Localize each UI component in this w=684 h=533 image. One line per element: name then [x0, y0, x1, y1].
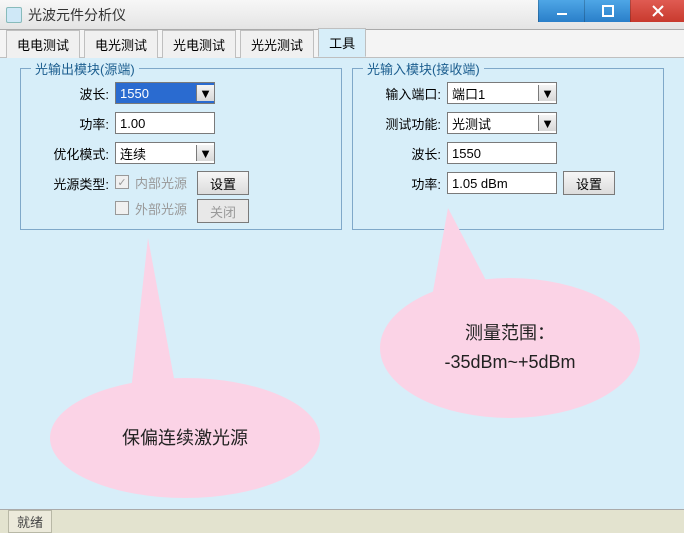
checkbox-icon — [115, 201, 129, 215]
tab-oe[interactable]: 光电测试 — [162, 30, 236, 58]
group-output-module: 光输出模块(源端) 波长: 1550 ▼ 功率: 优化模式: 连续 ▼ — [20, 68, 342, 230]
chevron-down-icon: ▼ — [538, 115, 556, 131]
callout-laser-text: 保偏连续激光源 — [122, 424, 248, 453]
rx-power-label: 功率: — [363, 174, 441, 193]
func-label: 测试功能: — [363, 114, 441, 133]
callout-range: 测量范围： -35dBm~+5dBm — [360, 208, 680, 458]
tab-bar: 电电测试 电光测试 光电测试 光光测试 工具 — [0, 30, 684, 58]
func-value: 光测试 — [452, 114, 491, 133]
window-buttons — [538, 0, 684, 22]
close-button[interactable] — [630, 0, 684, 22]
callout-tail — [128, 238, 178, 418]
callout-range-line1: 测量范围： — [465, 319, 555, 348]
chevron-down-icon: ▼ — [196, 85, 214, 101]
tab-oo[interactable]: 光光测试 — [240, 30, 314, 58]
source-external-option: 外部光源 — [115, 197, 187, 219]
title-bar: 光波元件分析仪 — [0, 0, 684, 30]
rx-wavelength-label: 波长: — [363, 144, 441, 163]
callout-laser-source: 保偏连续激光源 — [40, 218, 340, 528]
rx-wavelength-input[interactable] — [447, 142, 557, 164]
callout-bubble: 保偏连续激光源 — [50, 378, 320, 498]
minimize-button[interactable] — [538, 0, 584, 22]
callout-range-line2: -35dBm~+5dBm — [444, 348, 575, 377]
power-input[interactable] — [115, 112, 215, 134]
chevron-down-icon: ▼ — [538, 85, 556, 101]
mode-label: 优化模式: — [31, 144, 109, 163]
tab-eo[interactable]: 电光测试 — [84, 30, 158, 58]
source-internal-label: 内部光源 — [135, 173, 187, 192]
minimize-icon — [556, 5, 568, 17]
maximize-button[interactable] — [584, 0, 630, 22]
rx-set-button[interactable]: 设置 — [563, 171, 615, 195]
set-button[interactable]: 设置 — [197, 171, 249, 195]
window-title: 光波元件分析仪 — [28, 5, 126, 25]
checkbox-checked-icon: ✓ — [115, 175, 129, 189]
tab-ee[interactable]: 电电测试 — [6, 30, 80, 58]
rx-power-input[interactable] — [447, 172, 557, 194]
power-label: 功率: — [31, 114, 109, 133]
tab-tools[interactable]: 工具 — [318, 28, 366, 57]
wavelength-value: 1550 — [120, 86, 149, 101]
func-select[interactable]: 光测试 ▼ — [447, 112, 557, 134]
port-label: 输入端口: — [363, 84, 441, 103]
chevron-down-icon: ▼ — [196, 145, 214, 161]
wavelength-label: 波长: — [31, 84, 109, 103]
callout-bubble: 测量范围： -35dBm~+5dBm — [380, 278, 640, 418]
source-internal-option: ✓ 内部光源 — [115, 171, 187, 193]
app-icon — [6, 7, 22, 23]
source-type-label: 光源类型: — [31, 171, 109, 193]
mode-select[interactable]: 连续 ▼ — [115, 142, 215, 164]
status-bar: 就绪 — [0, 509, 684, 533]
mode-value: 连续 — [120, 144, 146, 163]
port-select[interactable]: 端口1 ▼ — [447, 82, 557, 104]
group-input-legend: 光输入模块(接收端) — [363, 59, 484, 78]
wavelength-select[interactable]: 1550 ▼ — [115, 82, 215, 104]
port-value: 端口1 — [452, 84, 485, 103]
group-output-legend: 光输出模块(源端) — [31, 59, 139, 78]
close-source-button: 关闭 — [197, 199, 249, 223]
maximize-icon — [602, 5, 614, 17]
source-external-label: 外部光源 — [135, 199, 187, 218]
close-icon — [652, 5, 664, 17]
status-ready: 就绪 — [8, 510, 52, 533]
client-area: 光输出模块(源端) 波长: 1550 ▼ 功率: 优化模式: 连续 ▼ — [0, 58, 684, 509]
group-input-module: 光输入模块(接收端) 输入端口: 端口1 ▼ 测试功能: 光测试 ▼ 波长: — [352, 68, 664, 230]
